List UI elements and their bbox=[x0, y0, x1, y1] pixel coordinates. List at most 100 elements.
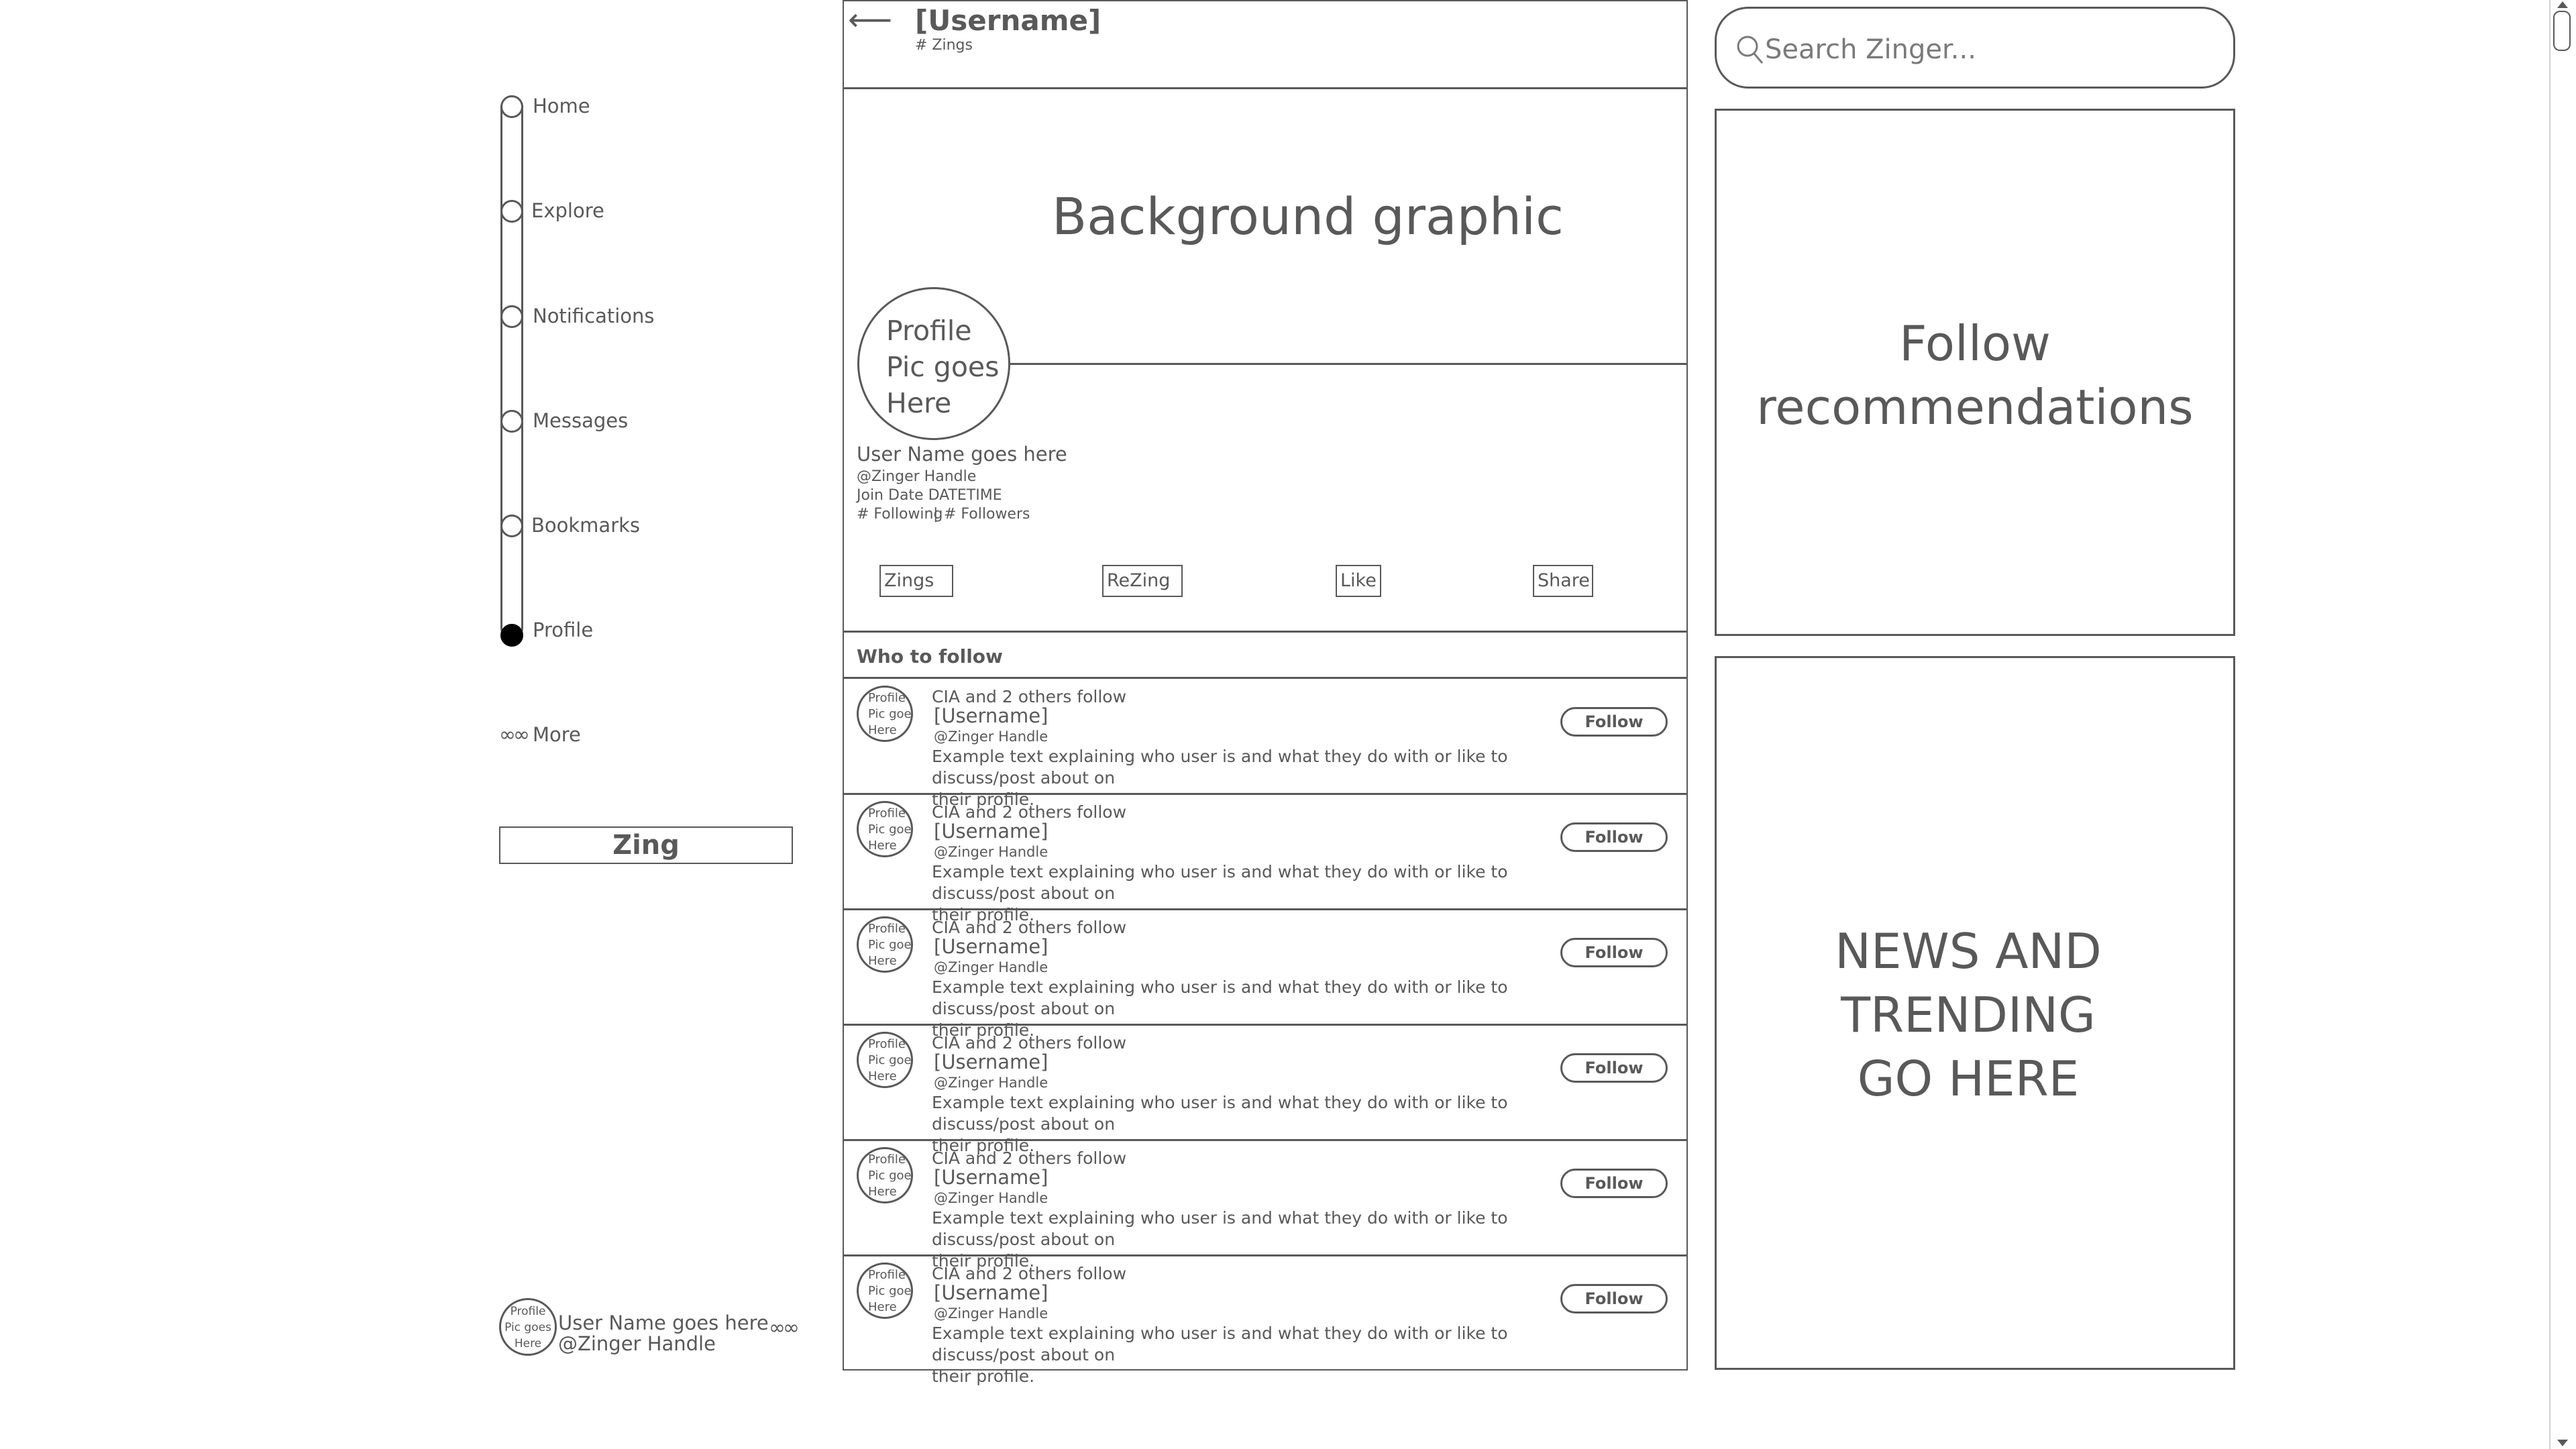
follow-recommendations-panel: Follow recommendations bbox=[1715, 109, 2235, 636]
suggested-bio: Example text explaining who user is and … bbox=[932, 746, 1603, 810]
zings-count: # Zings bbox=[915, 37, 973, 54]
bio-line: their profile. bbox=[932, 1366, 1035, 1386]
tab-rezing[interactable]: ReZing bbox=[1102, 565, 1183, 597]
panel-line: recommendations bbox=[1756, 379, 2194, 435]
row-divider bbox=[843, 1254, 1688, 1256]
nav-item-explore[interactable]: Explore bbox=[531, 199, 604, 222]
profile-picture[interactable]: Profile Pic goes Here bbox=[857, 287, 1010, 440]
suggested-username[interactable]: [Username] bbox=[934, 1051, 1048, 1073]
banner-divider bbox=[1010, 363, 1688, 365]
search-placeholder: Search Zinger... bbox=[1765, 34, 1976, 65]
nav-item-messages[interactable]: Messages bbox=[533, 409, 628, 432]
header-divider bbox=[843, 87, 1688, 89]
suggested-handle: @Zinger Handle bbox=[934, 1305, 1049, 1322]
suggested-bio: Example text explaining who user is and … bbox=[932, 1208, 1603, 1272]
tab-share[interactable]: Share bbox=[1533, 565, 1593, 597]
followers-count[interactable]: # Followers bbox=[944, 506, 1030, 523]
suggested-handle: @Zinger Handle bbox=[934, 959, 1049, 975]
footer-more-icon[interactable]: ∞∞ bbox=[769, 1316, 800, 1340]
follow-button[interactable]: Follow bbox=[1560, 707, 1668, 737]
follow-context: CIA and 2 others follow bbox=[932, 1264, 1127, 1283]
search-icon bbox=[1737, 36, 1764, 64]
row-divider bbox=[843, 793, 1688, 795]
profile-user-name: User Name goes here bbox=[857, 443, 1067, 466]
nav-item-bookmarks[interactable]: Bookmarks bbox=[531, 514, 640, 537]
back-arrow-icon[interactable]: ⟵ bbox=[848, 1, 892, 38]
search-input[interactable]: Search Zinger... bbox=[1715, 7, 2235, 89]
scrollbar-thumb[interactable] bbox=[2553, 11, 2571, 51]
suggested-handle: @Zinger Handle bbox=[934, 729, 1049, 745]
nav-dot-profile-active[interactable] bbox=[500, 624, 523, 647]
suggested-bio: Example text explaining who user is and … bbox=[932, 977, 1603, 1041]
bio-line: Example text explaining who user is and … bbox=[932, 862, 1508, 903]
avatar-text: Here bbox=[514, 1337, 542, 1350]
avatar-text: Pic goes bbox=[868, 1169, 913, 1183]
nav-item-profile[interactable]: Profile bbox=[533, 619, 593, 641]
tab-like[interactable]: Like bbox=[1336, 565, 1381, 597]
bio-line: Example text explaining who user is and … bbox=[932, 747, 1508, 788]
zing-button[interactable]: Zing bbox=[499, 826, 793, 864]
suggested-username[interactable]: [Username] bbox=[934, 1281, 1048, 1304]
more-icon[interactable]: ∞∞ bbox=[499, 723, 530, 747]
background-graphic-placeholder: Background graphic bbox=[1052, 186, 1564, 246]
scroll-down-icon[interactable] bbox=[2556, 1438, 2569, 1448]
avatar-text: Pic goes bbox=[868, 822, 913, 837]
follow-button[interactable]: Follow bbox=[1560, 1169, 1668, 1198]
follow-suggestion-avatar[interactable]: Profile Pic goes Here bbox=[857, 916, 913, 973]
profile-pic-text: Here bbox=[886, 387, 952, 419]
suggested-handle: @Zinger Handle bbox=[934, 844, 1049, 860]
who-to-follow-title: Who to follow bbox=[857, 645, 1003, 667]
suggested-username[interactable]: [Username] bbox=[934, 1166, 1048, 1189]
tab-zings[interactable]: Zings bbox=[879, 565, 953, 597]
follow-recommendations-text: Follow recommendations bbox=[1717, 312, 2233, 439]
tabs-divider bbox=[843, 631, 1688, 633]
who-to-follow-divider bbox=[843, 677, 1688, 679]
following-count[interactable]: # Following bbox=[857, 506, 943, 523]
nav-item-more[interactable]: More bbox=[533, 723, 581, 746]
scrollbar[interactable] bbox=[2549, 0, 2576, 1449]
avatar-text: Pic goes bbox=[868, 1053, 913, 1067]
nav-item-home[interactable]: Home bbox=[533, 95, 590, 117]
suggested-username[interactable]: [Username] bbox=[934, 820, 1048, 843]
bio-line: Example text explaining who user is and … bbox=[932, 1093, 1508, 1134]
follow-suggestion-avatar[interactable]: Profile Pic goes Here bbox=[857, 1147, 913, 1203]
nav-dot-explore[interactable] bbox=[500, 200, 523, 223]
avatar-text: Pic goes bbox=[504, 1321, 551, 1334]
suggested-handle: @Zinger Handle bbox=[934, 1190, 1049, 1206]
row-divider bbox=[843, 1024, 1688, 1026]
nav-dot-home[interactable] bbox=[500, 95, 523, 118]
nav-dot-bookmarks[interactable] bbox=[500, 515, 523, 537]
follow-button[interactable]: Follow bbox=[1560, 938, 1668, 967]
nav-item-notifications[interactable]: Notifications bbox=[533, 305, 655, 327]
avatar-text: Pic goes bbox=[868, 938, 913, 952]
follow-suggestion-avatar[interactable]: Profile Pic goes Here bbox=[857, 801, 913, 857]
follow-suggestion-avatar[interactable]: Profile Pic goes Here bbox=[857, 1032, 913, 1088]
follow-button[interactable]: Follow bbox=[1560, 1284, 1668, 1313]
news-trending-panel: NEWS AND TRENDING GO HERE bbox=[1715, 656, 2235, 1370]
follow-suggestion-avatar[interactable]: Profile Pic goes Here bbox=[857, 686, 913, 742]
suggested-bio: Example text explaining who user is and … bbox=[932, 1323, 1603, 1387]
follow-context: CIA and 2 others follow bbox=[932, 1033, 1127, 1053]
follow-suggestion-avatar[interactable]: Profile Pic goes Here bbox=[857, 1263, 913, 1319]
avatar-text: Pic goes bbox=[868, 707, 913, 721]
bio-line: Example text explaining who user is and … bbox=[932, 1208, 1508, 1249]
follow-context: CIA and 2 others follow bbox=[932, 687, 1127, 706]
nav-dot-messages[interactable] bbox=[500, 410, 523, 433]
nav-rail bbox=[500, 96, 523, 639]
suggested-bio: Example text explaining who user is and … bbox=[932, 1092, 1603, 1157]
suggested-handle: @Zinger Handle bbox=[934, 1075, 1049, 1091]
suggested-username[interactable]: [Username] bbox=[934, 935, 1048, 958]
footer-avatar[interactable]: Profile Pic goes Here bbox=[499, 1298, 557, 1356]
scroll-up-icon[interactable] bbox=[2556, 0, 2569, 9]
profile-pic-text: Pic goes bbox=[886, 351, 1000, 383]
row-divider bbox=[843, 1139, 1688, 1141]
suggested-username[interactable]: [Username] bbox=[934, 704, 1048, 727]
suggested-bio: Example text explaining who user is and … bbox=[932, 861, 1603, 926]
follow-button[interactable]: Follow bbox=[1560, 822, 1668, 852]
row-divider bbox=[843, 908, 1688, 910]
nav-dot-notifications[interactable] bbox=[500, 305, 523, 328]
follow-button[interactable]: Follow bbox=[1560, 1053, 1668, 1083]
panel-line: NEWS AND bbox=[1835, 923, 2102, 979]
profile-pic-text: Profile bbox=[886, 315, 972, 347]
footer-user-handle: @Zinger Handle bbox=[558, 1332, 716, 1355]
